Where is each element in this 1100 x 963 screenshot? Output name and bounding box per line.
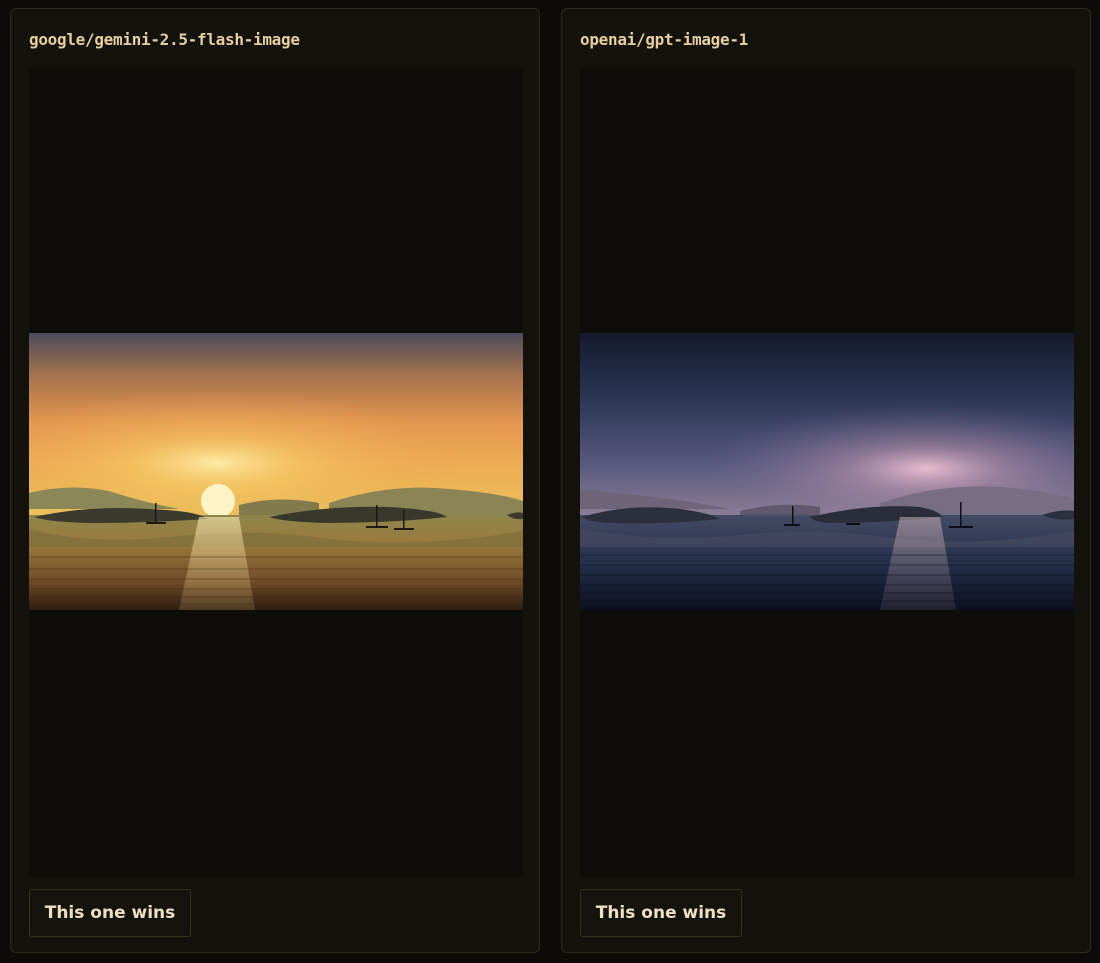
model-panel-right: openai/gpt-image-1 This one wins xyxy=(561,8,1091,953)
generated-image-frame xyxy=(580,68,1074,878)
model-panel-left: google/gemini-2.5-flash-image This one w… xyxy=(10,8,540,953)
generated-image-frame xyxy=(29,68,523,878)
generated-image-dusk xyxy=(580,333,1074,610)
model-name-label: openai/gpt-image-1 xyxy=(580,30,748,49)
model-name-label: google/gemini-2.5-flash-image xyxy=(29,30,300,49)
vote-button-left[interactable]: This one wins xyxy=(29,889,191,937)
generated-image-sunset xyxy=(29,333,523,610)
vote-button-right[interactable]: This one wins xyxy=(580,889,742,937)
